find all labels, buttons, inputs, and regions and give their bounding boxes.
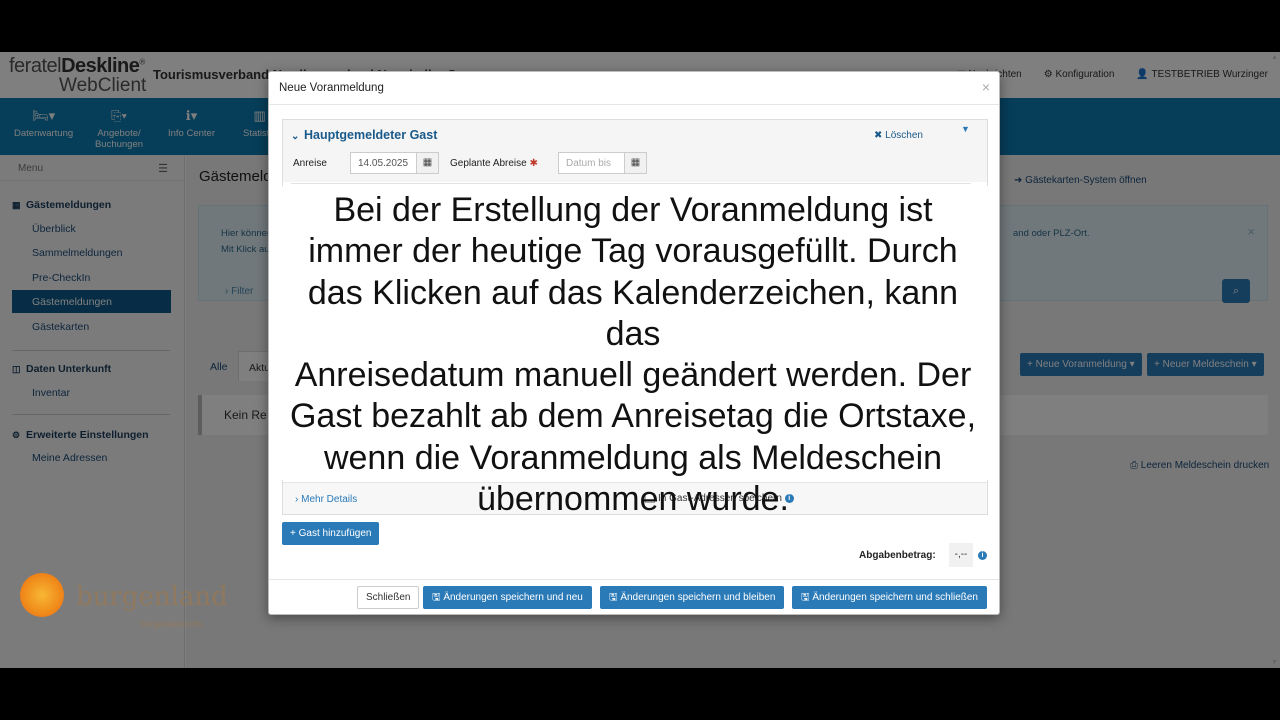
abgabenbetrag-value: -,-- [949,543,973,567]
close-icon[interactable]: × [982,79,990,95]
floppy-disk-icon: 🖫 [801,592,810,603]
info-icon[interactable]: i [978,551,987,560]
schliessen-button[interactable]: Schließen [357,586,420,609]
caption-line: Gast bezahlt ab dem Anreisetag die Ortst… [289,397,977,436]
guest-panel-title: Hauptgemeldeter Gast [304,128,438,142]
abreise-label: Geplante Abreise ✱ [450,158,538,169]
delete-guest-link[interactable]: ✖ Löschen [874,130,923,141]
app-screen: feratelDeskline® WebClient Tourismusverb… [0,52,1280,668]
abgabenbetrag-label: Abgabenbetrag: [859,550,936,561]
dialog-header: Neue Voranmeldung × [269,72,999,105]
watermark-sub: burgenland.info [140,619,203,629]
abreise-date-input[interactable]: Datum bis [558,152,625,174]
chevron-down-icon[interactable]: ⌄ [291,131,299,142]
watermark-text: burgenland [76,582,228,612]
caption-line: wenn die Voranmeldung als Meldeschein [323,438,943,477]
divider [291,183,971,184]
caption-line: das Klicken auf das Kalenderzeichen, kan… [307,273,959,353]
floppy-disk-icon: 🖫 [609,592,618,603]
gast-hinzufuegen-button[interactable]: + Gast hinzufügen [282,522,380,545]
calendar-icon[interactable]: ▦ [416,152,439,174]
floppy-disk-icon: 🖫 [432,592,441,603]
caption-line: übernommen wurde. [477,480,789,519]
caption-line: Anreisedatum manuell geändert werden. De… [294,356,972,395]
scroll-down-icon[interactable]: ▼ [1271,659,1278,666]
dialog-footer-divider [269,579,999,580]
caret-down-icon[interactable]: ▼ [961,124,970,134]
caption-line: immer der heutige Tag vorausgefüllt. Dur… [308,232,958,271]
required-asterisk-icon: ✱ [529,158,538,169]
calendar-icon[interactable]: ▦ [624,152,647,174]
save-and-new-button[interactable]: 🖫 Änderungen speichern und neu [423,586,592,609]
burgenland-logo-icon [20,573,64,617]
tutorial-caption: Bei der Erstellung der Voranmeldung ist … [278,186,988,518]
dialog-title: Neue Voranmeldung [279,82,384,94]
save-and-close-button[interactable]: 🖫 Änderungen speichern und schließen [792,586,987,609]
anreise-label: Anreise [293,158,327,169]
guest-panel-header: ⌄ Hauptgemeldeter Gast ✖ Löschen ▼ Anrei… [283,120,987,182]
save-and-stay-button[interactable]: 🖫 Änderungen speichern und bleiben [600,586,785,609]
scroll-up-icon[interactable]: ▲ [1271,54,1278,61]
caption-line: Bei der Erstellung der Voranmeldung ist [333,191,933,229]
anreise-date-input[interactable]: 14.05.2025 [350,152,417,174]
